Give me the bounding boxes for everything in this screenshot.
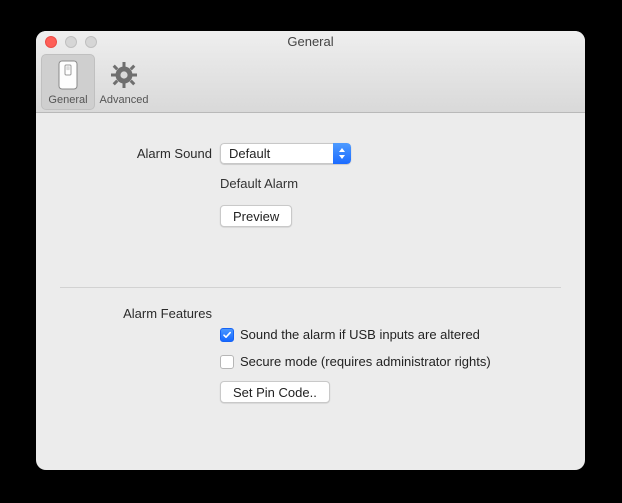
preview-button-label: Preview xyxy=(233,209,279,224)
general-icon xyxy=(52,59,84,91)
updown-arrows-icon xyxy=(333,143,351,164)
secure-mode-checkbox[interactable] xyxy=(220,355,234,369)
preferences-window: General General xyxy=(36,31,585,470)
secure-mode-checkbox-label[interactable]: Secure mode (requires administrator righ… xyxy=(240,354,491,369)
tab-advanced[interactable]: Advanced xyxy=(97,54,151,110)
titlebar: General xyxy=(36,31,585,52)
zoom-button[interactable] xyxy=(85,36,97,48)
content-area: Alarm Sound Default Default Alarm Previe… xyxy=(36,113,585,423)
alarm-sound-label: Alarm Sound xyxy=(60,146,220,161)
window-controls xyxy=(45,36,97,48)
tab-general[interactable]: General xyxy=(41,54,95,110)
checkmark-icon xyxy=(222,330,232,340)
close-button[interactable] xyxy=(45,36,57,48)
preview-button[interactable]: Preview xyxy=(220,205,292,227)
usb-checkbox[interactable] xyxy=(220,328,234,342)
window-title: General xyxy=(36,34,585,49)
minimize-button[interactable] xyxy=(65,36,77,48)
alarm-sound-popup[interactable]: Default xyxy=(220,143,351,164)
set-pin-code-button[interactable]: Set Pin Code.. xyxy=(220,381,330,403)
alarm-features-label: Alarm Features xyxy=(60,304,220,321)
gear-icon xyxy=(108,59,140,91)
usb-checkbox-label[interactable]: Sound the alarm if USB inputs are altere… xyxy=(240,327,480,342)
tab-general-label: General xyxy=(48,94,87,106)
separator xyxy=(60,287,561,288)
set-pin-code-label: Set Pin Code.. xyxy=(233,385,317,400)
alarm-sound-selected: Default xyxy=(229,146,270,161)
preferences-toolbar: General xyxy=(36,52,585,113)
alarm-sound-subtitle: Default Alarm xyxy=(220,176,561,191)
tab-advanced-label: Advanced xyxy=(100,94,149,106)
